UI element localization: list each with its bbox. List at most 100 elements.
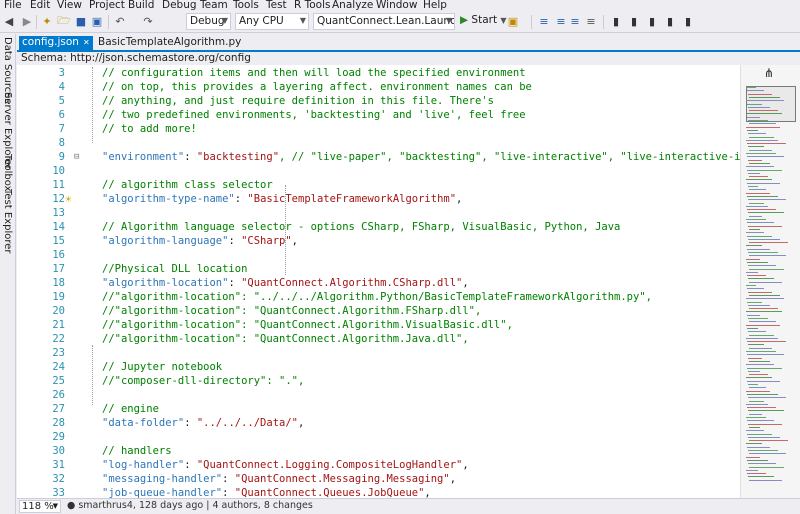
minimap-line [748, 436, 780, 438]
configuration-select[interactable]: Debug ▼ [186, 13, 231, 30]
minimap-line [749, 400, 764, 402]
line-number: 20 [52, 305, 65, 317]
minimap-line [748, 304, 770, 306]
outdent-icon[interactable]: ≡ [568, 14, 582, 28]
platform-select[interactable]: Any CPU ▼ [235, 13, 309, 30]
code-text: "algorithm-location": "QuantConnect.Algo… [102, 277, 469, 289]
bookmark-folder-icon[interactable]: ▮ [663, 14, 677, 28]
menu-item-project[interactable]: Project [89, 0, 125, 11]
minimap-line [748, 199, 786, 201]
minimap-line [749, 479, 782, 481]
minimap-line [749, 202, 764, 204]
minimap-line [749, 281, 782, 283]
zoom-select[interactable]: 118 % ▼ [19, 500, 61, 513]
code-line: 30 // handlers [17, 444, 740, 458]
minimap-line [747, 182, 780, 184]
line-number: 31 [52, 459, 65, 471]
save-icon[interactable]: ■ [74, 14, 88, 28]
code-line: 15 "algorithm-language": "CSharp", [17, 234, 740, 248]
menu-item-build[interactable]: Build [128, 0, 154, 11]
browser-link-icon[interactable]: ▣ [506, 14, 520, 28]
minimap-line [748, 186, 758, 187]
json-key: "data-folder" [102, 417, 185, 429]
lightbulb-icon[interactable]: ☀ [65, 193, 75, 206]
code-line: 18 "algorithm-location": "QuantConnect.Al… [17, 276, 740, 290]
code-line: 6 // two predefined environments, 'backte… [17, 108, 740, 122]
undo-icon[interactable]: ↶ [113, 14, 127, 28]
code-text: "environment": "backtesting", // "live-p… [102, 150, 740, 164]
code-text: // algorithm class selector [102, 179, 273, 191]
redo-icon[interactable]: ↷ [141, 14, 155, 28]
prev-bookmark-icon[interactable]: ▮ [627, 14, 641, 28]
minimap-scrollbar[interactable]: ⋔ [740, 65, 800, 498]
back-icon[interactable]: ◀ [2, 14, 16, 28]
start-button[interactable]: ▶ Start ▼ [460, 14, 507, 26]
line-number: 33 [52, 487, 65, 498]
menu-item-tools[interactable]: Tools [233, 0, 259, 11]
code-text: //"algorithm-location": "QuantConnect.Al… [102, 333, 469, 345]
minimap-line [746, 100, 784, 102]
line-number: 4 [58, 81, 65, 93]
code-rest: , [291, 235, 298, 247]
document-tabs: config.json ✕ BasicTemplateAlgorithm.py [17, 34, 800, 50]
minimap-line [747, 314, 760, 316]
doc-tab-basic-template[interactable]: BasicTemplateAlgorithm.py [95, 36, 244, 50]
menu-item-test[interactable]: Test [266, 0, 287, 11]
format-icon[interactable]: ≡ [537, 14, 551, 28]
minimap-line [747, 275, 766, 277]
split-editor-icon[interactable]: ⋔ [764, 66, 774, 80]
menu-item-debug[interactable]: Debug [162, 0, 197, 11]
menu-item-file[interactable]: File [4, 0, 22, 11]
next-bookmark-icon[interactable]: ▮ [645, 14, 659, 28]
forward-icon[interactable]: ▶ [20, 14, 34, 28]
minimap-line [749, 308, 778, 310]
line-number: 32 [52, 473, 65, 485]
menu-item-r-tools[interactable]: R Tools [294, 0, 331, 11]
schema-bar[interactable]: Schema: http://json.schemastore.org/conf… [17, 52, 800, 65]
save-all-icon[interactable]: ▣ [90, 14, 104, 28]
close-icon[interactable]: ✕ [83, 38, 90, 47]
startup-project-select[interactable]: QuantConnect.Lean.Launcher▼ [313, 13, 455, 30]
line-number: 19 [52, 291, 65, 303]
bookmark-icon[interactable]: ▮ [609, 14, 623, 28]
minimap-line [746, 87, 756, 88]
tool-tab-toolbox[interactable]: Toolbox [2, 154, 13, 192]
toolbar-separator [36, 15, 37, 29]
minimap-line [746, 430, 764, 432]
menu-item-view[interactable]: View [57, 0, 82, 11]
minimap-line [748, 463, 776, 465]
minimap-line [746, 311, 782, 313]
toolbar: ◀ ▶ ✦ 🗁 ■ ▣ ↶ ↷ Debug ▼ Any CPU ▼ QuantCon… [0, 11, 800, 33]
minimap-line [747, 473, 766, 475]
menu-item-window[interactable]: Window [376, 0, 417, 11]
menu-item-edit[interactable]: Edit [30, 0, 50, 11]
minimap-line [748, 146, 764, 148]
line-number: 8 [58, 137, 65, 149]
comment-icon[interactable]: ≡ [584, 14, 598, 28]
code-editor[interactable]: 3 // configuration items and then will lo… [17, 65, 740, 498]
line-number: 10 [52, 165, 65, 177]
platform-value: Any CPU [239, 15, 284, 27]
collapse-icon[interactable]: ⊟ [74, 150, 79, 164]
code-line: 9 ⊟ "environment": "backtesting", // "live… [17, 150, 740, 164]
code-text: // handlers [102, 445, 172, 457]
indent-icon[interactable]: ≡ [554, 14, 568, 28]
minimap-line [746, 337, 778, 339]
code-line: 25 //"composer-dll-directory": ".", [17, 374, 740, 388]
code-text: // anything, and just require definition… [102, 95, 494, 107]
doc-tab-config[interactable]: config.json ✕ [19, 36, 93, 50]
minimap-line [747, 446, 770, 448]
clear-bookmarks-icon[interactable]: ▮ [681, 14, 695, 28]
menu-item-analyze[interactable]: Analyze [332, 0, 373, 11]
menu-item-team[interactable]: Team [200, 0, 228, 11]
menu-item-help[interactable]: Help [423, 0, 447, 11]
new-project-icon[interactable]: ✦ [40, 14, 54, 28]
minimap-line [747, 169, 782, 171]
minimap-line [748, 172, 760, 174]
codelens-info[interactable]: ● smarthrus4, 128 days ago | 4 authors, … [67, 500, 313, 511]
minimap-line [747, 327, 758, 329]
minimap-line [746, 298, 784, 300]
open-folder-icon[interactable]: 🗁 [57, 14, 71, 28]
tool-tab-test-explorer[interactable]: Test Explorer [2, 189, 13, 254]
minimap-line [749, 255, 786, 257]
